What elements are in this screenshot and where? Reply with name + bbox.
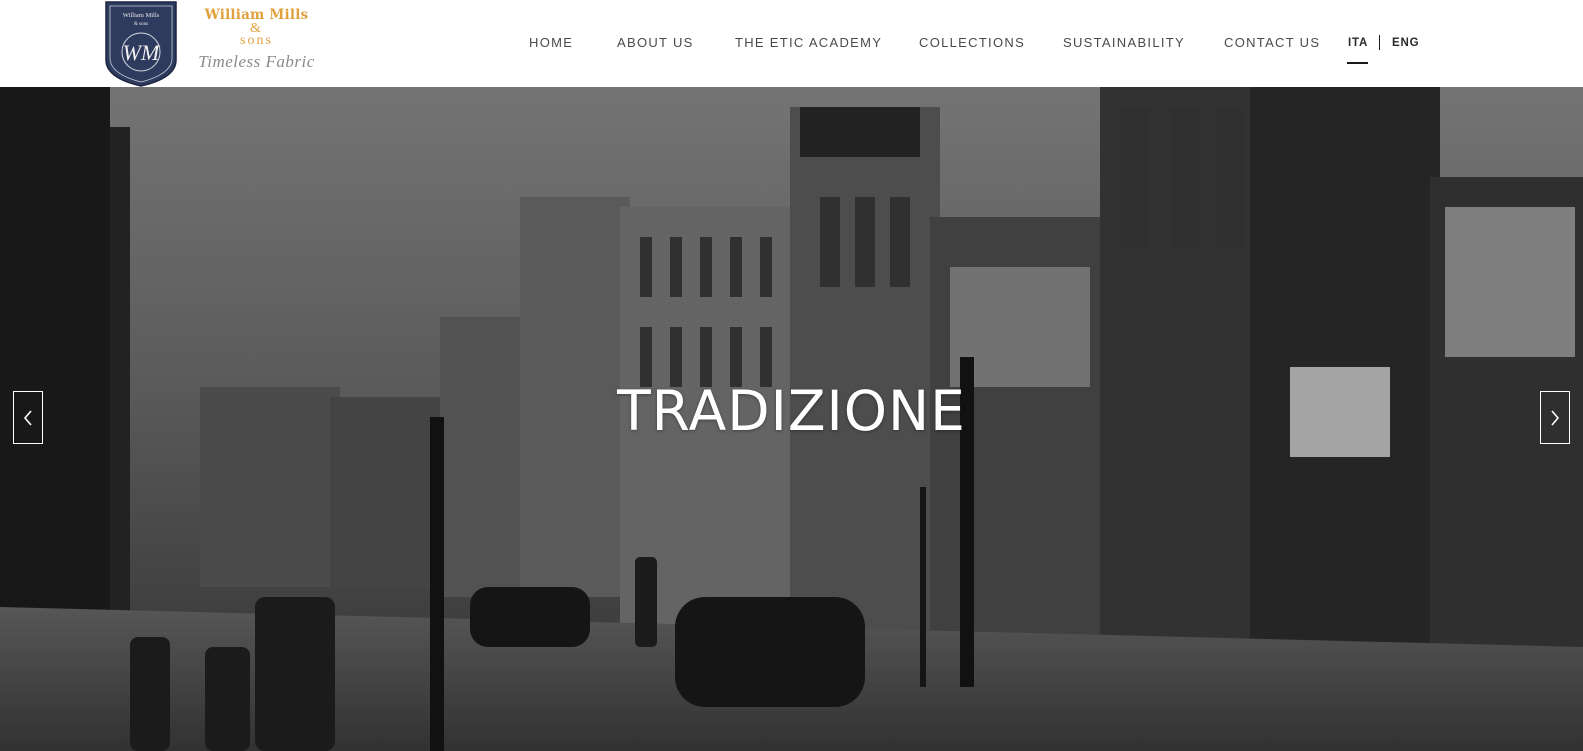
brand-sons: sons	[240, 33, 273, 48]
nav-item-sustainability[interactable]: SUSTAINABILITY	[1063, 35, 1185, 51]
brand-logo[interactable]: William Mills & sons WM William Mills & …	[104, 0, 319, 87]
brand-tagline: Timeless Fabric	[198, 52, 315, 71]
site-header: William Mills & sons WM William Mills & …	[0, 0, 1583, 87]
chevron-right-icon	[1551, 410, 1560, 426]
svg-text:WM: WM	[123, 40, 161, 65]
svg-text:William Mills: William Mills	[123, 12, 160, 19]
nav-item-etic-academy[interactable]: THE ETIC ACADEMY	[735, 35, 882, 51]
language-option-eng[interactable]: ENG	[1392, 36, 1419, 50]
hero-slider: TRADIZIONE	[0, 87, 1583, 751]
crest-shield-icon: William Mills & sons WM	[105, 1, 177, 87]
language-option-ita[interactable]: ITA	[1348, 36, 1368, 50]
slider-next-button[interactable]	[1540, 391, 1570, 444]
slider-prev-button[interactable]	[13, 391, 43, 444]
active-language-indicator	[1347, 62, 1368, 64]
hero-title: TRADIZIONE	[617, 379, 966, 443]
chevron-left-icon	[23, 410, 32, 426]
nav-item-collections[interactable]: COLLECTIONS	[919, 35, 1025, 51]
nav-item-home[interactable]: HOME	[529, 35, 573, 51]
language-separator	[1379, 35, 1380, 50]
nav-item-contact-us[interactable]: CONTACT US	[1224, 35, 1320, 51]
brand-wordmark: William Mills & sons Timeless Fabric	[194, 8, 319, 71]
nav-item-about-us[interactable]: ABOUT US	[617, 35, 694, 51]
svg-text:& sons: & sons	[134, 22, 148, 27]
